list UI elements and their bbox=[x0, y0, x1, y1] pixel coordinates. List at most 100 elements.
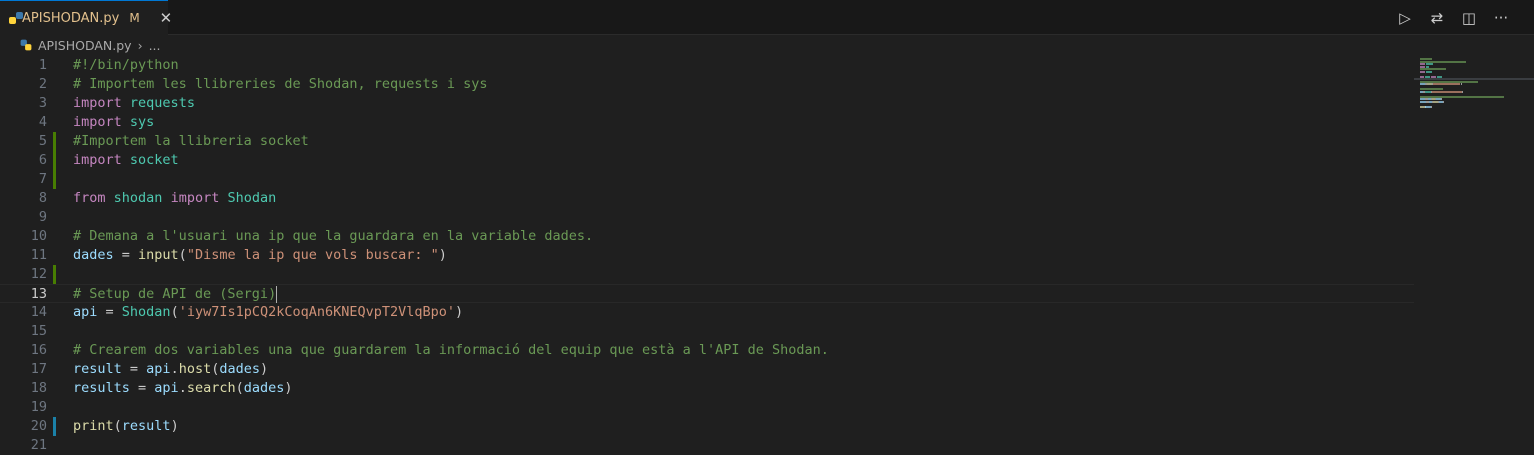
editor-actions: ▷ ⇄ ◫ ··· bbox=[1396, 0, 1510, 35]
gutter-added-marker[interactable] bbox=[53, 151, 56, 170]
code-token: #!/bin/python bbox=[73, 57, 179, 73]
code-text: import sys bbox=[73, 113, 154, 132]
line-number: 9 bbox=[38, 209, 47, 225]
line-number: 5 bbox=[38, 133, 47, 149]
line-number: 6 bbox=[38, 152, 47, 168]
line-number: 10 bbox=[30, 228, 47, 244]
code-line[interactable]: 13 # Setup de API de (Sergi) bbox=[0, 284, 1414, 303]
code-line[interactable]: 20 print(result) bbox=[0, 417, 1414, 436]
code-line[interactable]: 6 import socket bbox=[0, 151, 1414, 170]
code-line[interactable]: 15 bbox=[0, 322, 1414, 341]
gutter-modified-marker[interactable] bbox=[53, 417, 56, 436]
tab-modified-badge: M bbox=[129, 11, 140, 25]
code-token: dades bbox=[219, 361, 260, 377]
code-token: socket bbox=[129, 152, 179, 168]
code-line[interactable]: 21 bbox=[0, 436, 1414, 455]
code-line[interactable]: 14 api = Shodan('iyw7Is1pCQ2kCoqAn6KNEQvp… bbox=[0, 303, 1414, 322]
minimap[interactable] bbox=[1414, 55, 1534, 449]
code-text: # Crearem dos variables una que guardare… bbox=[73, 341, 829, 360]
code-token: # Setup de API de (Sergi) bbox=[73, 286, 277, 302]
code-text: # Importem les llibreries de Shodan, req… bbox=[73, 75, 488, 94]
gutter-added-marker[interactable] bbox=[53, 132, 56, 151]
minimap-token bbox=[1430, 105, 1432, 108]
line-number: 14 bbox=[30, 304, 47, 320]
line-number: 13 bbox=[30, 286, 47, 302]
code-token: = bbox=[129, 380, 155, 396]
compare-changes-icon[interactable]: ⇄ bbox=[1428, 9, 1446, 27]
code-line[interactable]: 16 # Crearem dos variables una que guarda… bbox=[0, 341, 1414, 360]
breadcrumb: APISHODAN.py › ... bbox=[0, 35, 1534, 55]
code-text: import socket bbox=[73, 151, 179, 170]
code-line[interactable]: 5 #Importem la llibreria socket bbox=[0, 132, 1414, 151]
code-token: ) bbox=[170, 418, 179, 434]
minimap-token bbox=[1424, 75, 1430, 78]
python-file-icon bbox=[20, 39, 32, 51]
code-text: print(result) bbox=[73, 417, 179, 436]
code-token: host bbox=[178, 361, 212, 377]
line-number: 11 bbox=[30, 247, 47, 263]
code-line[interactable]: 11 dades = input("Disme la ip que vols bu… bbox=[0, 246, 1414, 265]
code-token: results bbox=[73, 380, 130, 396]
code-token: search bbox=[186, 380, 236, 396]
code-token: import bbox=[73, 95, 122, 111]
code-line[interactable]: 7 bbox=[0, 170, 1414, 189]
gutter-added-marker[interactable] bbox=[53, 265, 56, 284]
line-number: 19 bbox=[30, 399, 47, 415]
code-line[interactable]: 17 result = api.host(dades) bbox=[0, 360, 1414, 379]
tab-filename: APISHODAN.py bbox=[22, 10, 120, 26]
breadcrumb-symbols[interactable]: ... bbox=[149, 38, 161, 53]
more-actions-icon[interactable]: ··· bbox=[1492, 9, 1510, 27]
code-token: 'iyw7Is1pCQ2kCoqAn6KNEQvpT2VlqBpo' bbox=[178, 304, 456, 320]
code-line[interactable]: 1 #!/bin/python bbox=[0, 56, 1414, 75]
code-token: # Demana a l'usuari una ip que la guarda… bbox=[73, 228, 594, 244]
code-text: #!/bin/python bbox=[73, 56, 179, 75]
code-line[interactable]: 19 bbox=[0, 398, 1414, 417]
code-token: api bbox=[73, 304, 98, 320]
code-token: dades bbox=[243, 380, 285, 396]
breadcrumb-file[interactable]: APISHODAN.py bbox=[38, 38, 132, 53]
code-line[interactable]: 2 # Importem les llibreries de Shodan, re… bbox=[0, 75, 1414, 94]
line-number: 21 bbox=[30, 437, 47, 453]
code-token: ( bbox=[113, 418, 122, 434]
gutter-added-marker[interactable] bbox=[53, 170, 56, 189]
minimap-token bbox=[1420, 70, 1426, 73]
code-text: import requests bbox=[73, 94, 195, 113]
code-text: results = api.search(dades) bbox=[73, 379, 293, 398]
code-line[interactable]: 9 bbox=[0, 208, 1414, 227]
tab-bar: APISHODAN.py M ✕ ▷ ⇄ ◫ ··· bbox=[0, 0, 1534, 35]
code-token: ) bbox=[260, 361, 269, 377]
close-icon[interactable]: ✕ bbox=[160, 9, 173, 27]
code-line[interactable]: 12 bbox=[0, 265, 1414, 284]
editor-tab[interactable]: APISHODAN.py M ✕ bbox=[0, 0, 172, 35]
code-token: # Crearem dos variables una que guardare… bbox=[73, 342, 829, 358]
code-line[interactable]: 18 results = api.search(dades) bbox=[0, 379, 1414, 398]
minimap-token bbox=[1460, 83, 1462, 85]
line-number: 15 bbox=[30, 323, 47, 339]
run-icon[interactable]: ▷ bbox=[1396, 9, 1414, 27]
minimap-token bbox=[1462, 90, 1464, 93]
code-text: # Demana a l'usuari una ip que la guarda… bbox=[73, 227, 593, 246]
code-token: api bbox=[146, 361, 171, 377]
code-token: . bbox=[170, 361, 179, 377]
code-editor[interactable]: 1 #!/bin/python 2 # Importem les llibreries… bbox=[0, 55, 1414, 453]
code-token: "Disme la ip que vols buscar: " bbox=[186, 247, 439, 263]
code-line[interactable]: 10 # Demana a l'usuari una ip que la guar… bbox=[0, 227, 1414, 246]
code-token: = bbox=[97, 304, 122, 320]
code-token: import bbox=[170, 190, 220, 206]
text-caret bbox=[276, 285, 278, 303]
minimap-token bbox=[1437, 75, 1443, 78]
code-token: ( bbox=[178, 247, 187, 263]
code-token: result bbox=[121, 418, 171, 434]
code-line[interactable]: 3 import requests bbox=[0, 94, 1414, 113]
code-token: result bbox=[73, 361, 122, 377]
code-token: ( bbox=[170, 304, 179, 320]
code-line[interactable]: 4 import sys bbox=[0, 113, 1414, 132]
split-editor-icon[interactable]: ◫ bbox=[1460, 9, 1478, 27]
code-line[interactable]: 8 from shodan import Shodan bbox=[0, 189, 1414, 208]
